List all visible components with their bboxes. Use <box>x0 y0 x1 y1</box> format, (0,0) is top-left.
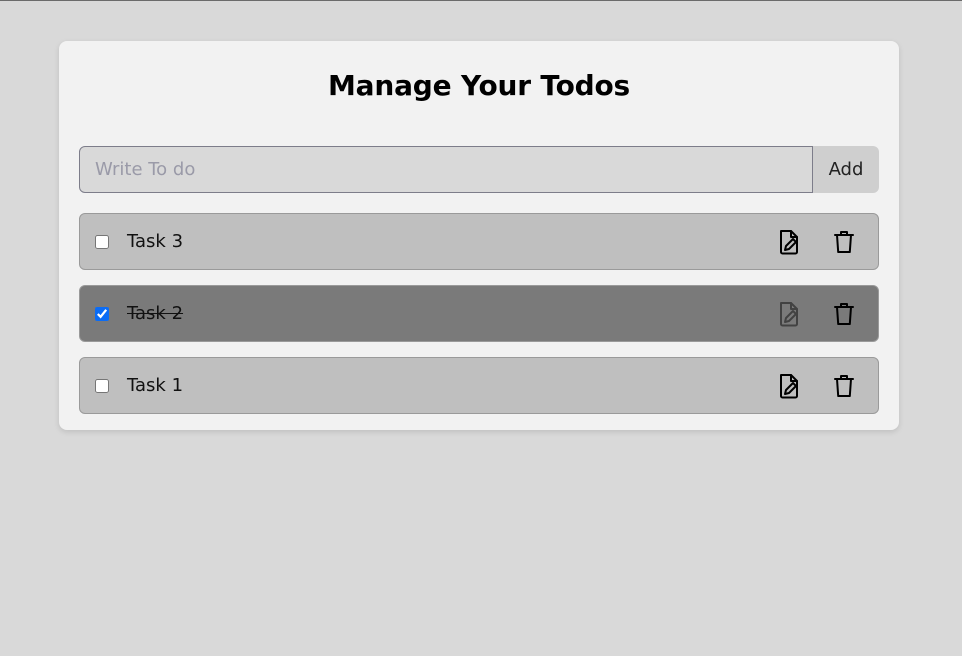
todo-list: Task 3 Task 2 Task 1 <box>79 213 879 429</box>
trash-icon[interactable] <box>830 300 858 328</box>
todo-input[interactable] <box>79 146 813 193</box>
edit-file-icon[interactable] <box>775 228 803 256</box>
edit-file-icon[interactable] <box>775 300 803 328</box>
add-todo-form: Add <box>79 146 879 193</box>
trash-icon[interactable] <box>830 372 858 400</box>
todo-item-completed: Task 2 <box>79 285 879 342</box>
todo-item: Task 3 <box>79 213 879 270</box>
page-title: Manage Your Todos <box>328 69 630 102</box>
todo-text: Task 3 <box>127 231 184 252</box>
trash-icon[interactable] <box>830 228 858 256</box>
todo-checkbox[interactable] <box>95 378 109 393</box>
todo-text: Task 2 <box>127 303 184 324</box>
add-button[interactable]: Add <box>813 146 879 193</box>
todo-checkbox[interactable] <box>95 306 109 321</box>
edit-file-icon[interactable] <box>775 372 803 400</box>
todo-card: Manage Your Todos Add Task 3 <box>59 41 899 430</box>
todo-item: Task 1 <box>79 357 879 414</box>
todo-text: Task 1 <box>127 375 184 396</box>
todo-checkbox[interactable] <box>95 234 109 249</box>
